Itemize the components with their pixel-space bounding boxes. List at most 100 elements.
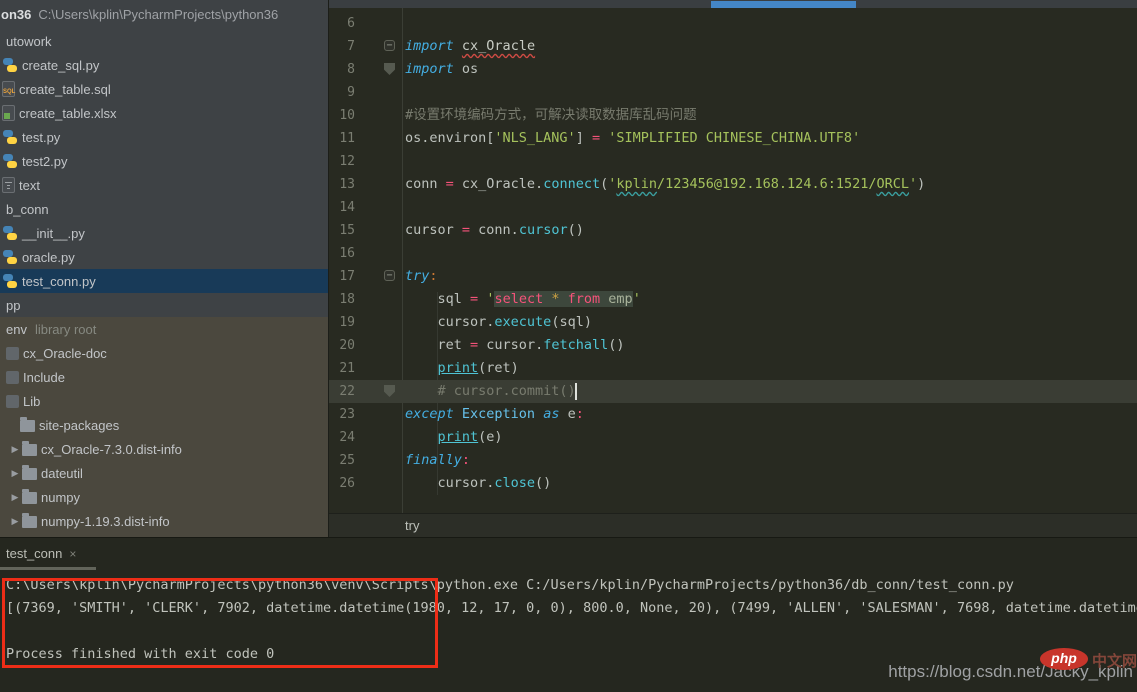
code-line-6[interactable]: 6 — [329, 12, 1137, 35]
line-number: 21 — [329, 357, 355, 380]
line-number: 13 — [329, 173, 355, 196]
python-file-icon — [2, 57, 18, 73]
sidebar-item-label: create_table.sql — [19, 82, 111, 97]
sidebar-item-env[interactable]: env library root — [0, 317, 328, 341]
code-line-22[interactable]: 22 # cursor.commit() — [329, 380, 1137, 403]
line-number: 12 — [329, 150, 355, 173]
project-tree: utowork create_sql.py SQL create_table.sqlc… — [0, 29, 328, 317]
sidebar-item-cx-oracle-7-3-0-dist-info[interactable]: ▶ cx_Oracle-7.3.0.dist-info — [0, 437, 328, 461]
expand-arrow-icon[interactable]: ▶ — [8, 444, 22, 455]
python-file-icon — [2, 273, 18, 289]
sidebar-item-label: test_conn.py — [22, 274, 96, 289]
sidebar-item-test2-py[interactable]: test2.py — [0, 149, 328, 173]
sidebar-item-pp[interactable]: pp — [0, 293, 328, 317]
code-line-17[interactable]: 17−try: — [329, 265, 1137, 288]
expand-arrow-icon[interactable]: ▶ — [8, 468, 22, 479]
line-number: 19 — [329, 311, 355, 334]
console-tab-label: test_conn — [6, 546, 62, 561]
line-number: 6 — [329, 12, 355, 35]
sidebar-item-oracle-py[interactable]: oracle.py — [0, 245, 328, 269]
sidebar-item-label: env — [6, 322, 27, 337]
code-line-19[interactable]: 19 cursor.execute(sql) — [329, 311, 1137, 334]
breadcrumb-item-try[interactable]: try — [405, 518, 419, 533]
code-line-8[interactable]: 8import os — [329, 58, 1137, 81]
code-line-7[interactable]: 7−import cx_Oracle — [329, 35, 1137, 58]
sidebar-item-label: cx_Oracle-7.3.0.dist-info — [41, 442, 182, 457]
code-line-11[interactable]: 11os.environ['NLS_LANG'] = 'SIMPLIFIED C… — [329, 127, 1137, 150]
close-icon[interactable]: × — [69, 547, 76, 561]
sidebar-item-dateutil[interactable]: ▶ dateutil — [0, 461, 328, 485]
sidebar-item-label: __init__.py — [22, 226, 85, 241]
php-cn-logo-suffix: 中文网 — [1092, 650, 1137, 671]
code-line-14[interactable]: 14 — [329, 196, 1137, 219]
python-file-icon — [2, 129, 18, 145]
php-cn-logo-icon: php — [1040, 648, 1088, 670]
code-line-12[interactable]: 12 — [329, 150, 1137, 173]
expand-arrow-icon[interactable]: ▶ — [8, 516, 22, 527]
folder-icon — [22, 516, 37, 528]
sidebar-item-text[interactable]: text — [0, 173, 328, 197]
code-line-9[interactable]: 9 — [329, 81, 1137, 104]
code-line-26[interactable]: 26 cursor.close() — [329, 472, 1137, 495]
console-tab-underline — [0, 567, 96, 570]
sidebar-item-lib[interactable]: Lib — [0, 389, 328, 413]
code-line-20[interactable]: 20 ret = cursor.fetchall() — [329, 334, 1137, 357]
sidebar-item-test-conn-py[interactable]: test_conn.py — [0, 269, 328, 293]
sidebar-item-label: dateutil — [41, 466, 83, 481]
folder-icon — [22, 468, 37, 480]
code-line-10[interactable]: 10#设置环境编码方式，可解决读取数据库乱码问题 — [329, 104, 1137, 127]
code-line-23[interactable]: 23except Exception as e: — [329, 403, 1137, 426]
fold-marker-icon[interactable]: − — [384, 270, 395, 281]
sidebar-item-label: Lib — [23, 394, 40, 409]
sidebar-item-test-py[interactable]: test.py — [0, 125, 328, 149]
pycharm-window: on36C:\Users\kplin\PycharmProjects\pytho… — [0, 0, 1137, 692]
sidebar-item-label: numpy-1.19.3.dist-info — [41, 514, 170, 529]
line-number: 17 — [329, 265, 355, 288]
code-line-24[interactable]: 24 print(e) — [329, 426, 1137, 449]
sidebar-item-include[interactable]: Include — [0, 365, 328, 389]
annotation-red-box — [2, 578, 438, 668]
code-editor[interactable]: 67−import cx_Oracle8import os910#设置环境编码方… — [329, 8, 1137, 513]
fold-marker-icon[interactable]: − — [384, 40, 395, 51]
sidebar-item-create-table-xlsx[interactable]: create_table.xlsx — [0, 101, 328, 125]
sidebar-item-label: oracle.py — [22, 250, 75, 265]
project-tool-window[interactable]: on36C:\Users\kplin\PycharmProjects\pytho… — [0, 0, 328, 537]
python-file-icon — [2, 225, 18, 241]
sidebar-item--init-py[interactable]: __init__.py — [0, 221, 328, 245]
sql-file-icon: SQL — [2, 81, 15, 97]
sidebar-item-numpy[interactable]: ▶ numpy — [0, 485, 328, 509]
sidebar-item-site-packages[interactable]: site-packages — [0, 413, 328, 437]
active-tab-underline — [711, 1, 856, 8]
code-line-21[interactable]: 21 print(ret) — [329, 357, 1137, 380]
sidebar-item-label: test2.py — [22, 154, 68, 169]
xlsx-file-icon — [2, 105, 15, 121]
sidebar-item-suffix: library root — [35, 322, 96, 337]
line-number: 18 — [329, 288, 355, 311]
sidebar-item-label: pp — [6, 298, 20, 313]
fold-marker-icon[interactable] — [384, 385, 395, 397]
sidebar-item-create-table-sql[interactable]: SQL create_table.sql — [0, 77, 328, 101]
fold-marker-icon[interactable] — [384, 63, 395, 75]
sidebar-item-label: numpy — [41, 490, 80, 505]
project-title-bar: on36C:\Users\kplin\PycharmProjects\pytho… — [0, 0, 328, 29]
line-number: 22 — [329, 380, 355, 403]
line-number: 15 — [329, 219, 355, 242]
sidebar-item-b-conn[interactable]: b_conn — [0, 197, 328, 221]
sidebar-item-create-sql-py[interactable]: create_sql.py — [0, 53, 328, 77]
breadcrumb[interactable]: try — [329, 513, 1137, 537]
sidebar-item-cx-oracle-doc[interactable]: cx_Oracle-doc — [0, 341, 328, 365]
line-number: 24 — [329, 426, 355, 449]
sidebar-item-numpy-1-19-3-dist-info[interactable]: ▶ numpy-1.19.3.dist-info — [0, 509, 328, 533]
external-libraries-tree: env library root cx_Oracle-doc Include Lib si… — [0, 317, 328, 537]
code-line-18[interactable]: 18 sql = 'select * from emp' — [329, 288, 1137, 311]
sidebar-item-label: create_sql.py — [22, 58, 99, 73]
code-line-16[interactable]: 16 — [329, 242, 1137, 265]
code-line-15[interactable]: 15cursor = conn.cursor() — [329, 219, 1137, 242]
expand-arrow-icon[interactable]: ▶ — [8, 492, 22, 503]
code-line-13[interactable]: 13conn = cx_Oracle.connect('kplin/123456… — [329, 173, 1137, 196]
console-tab-test-conn[interactable]: test_conn × — [6, 546, 76, 561]
sidebar-item-utowork[interactable]: utowork — [0, 29, 328, 53]
sidebar-item-label: Include — [23, 370, 65, 385]
code-line-25[interactable]: 25finally: — [329, 449, 1137, 472]
folder-icon — [6, 347, 19, 360]
